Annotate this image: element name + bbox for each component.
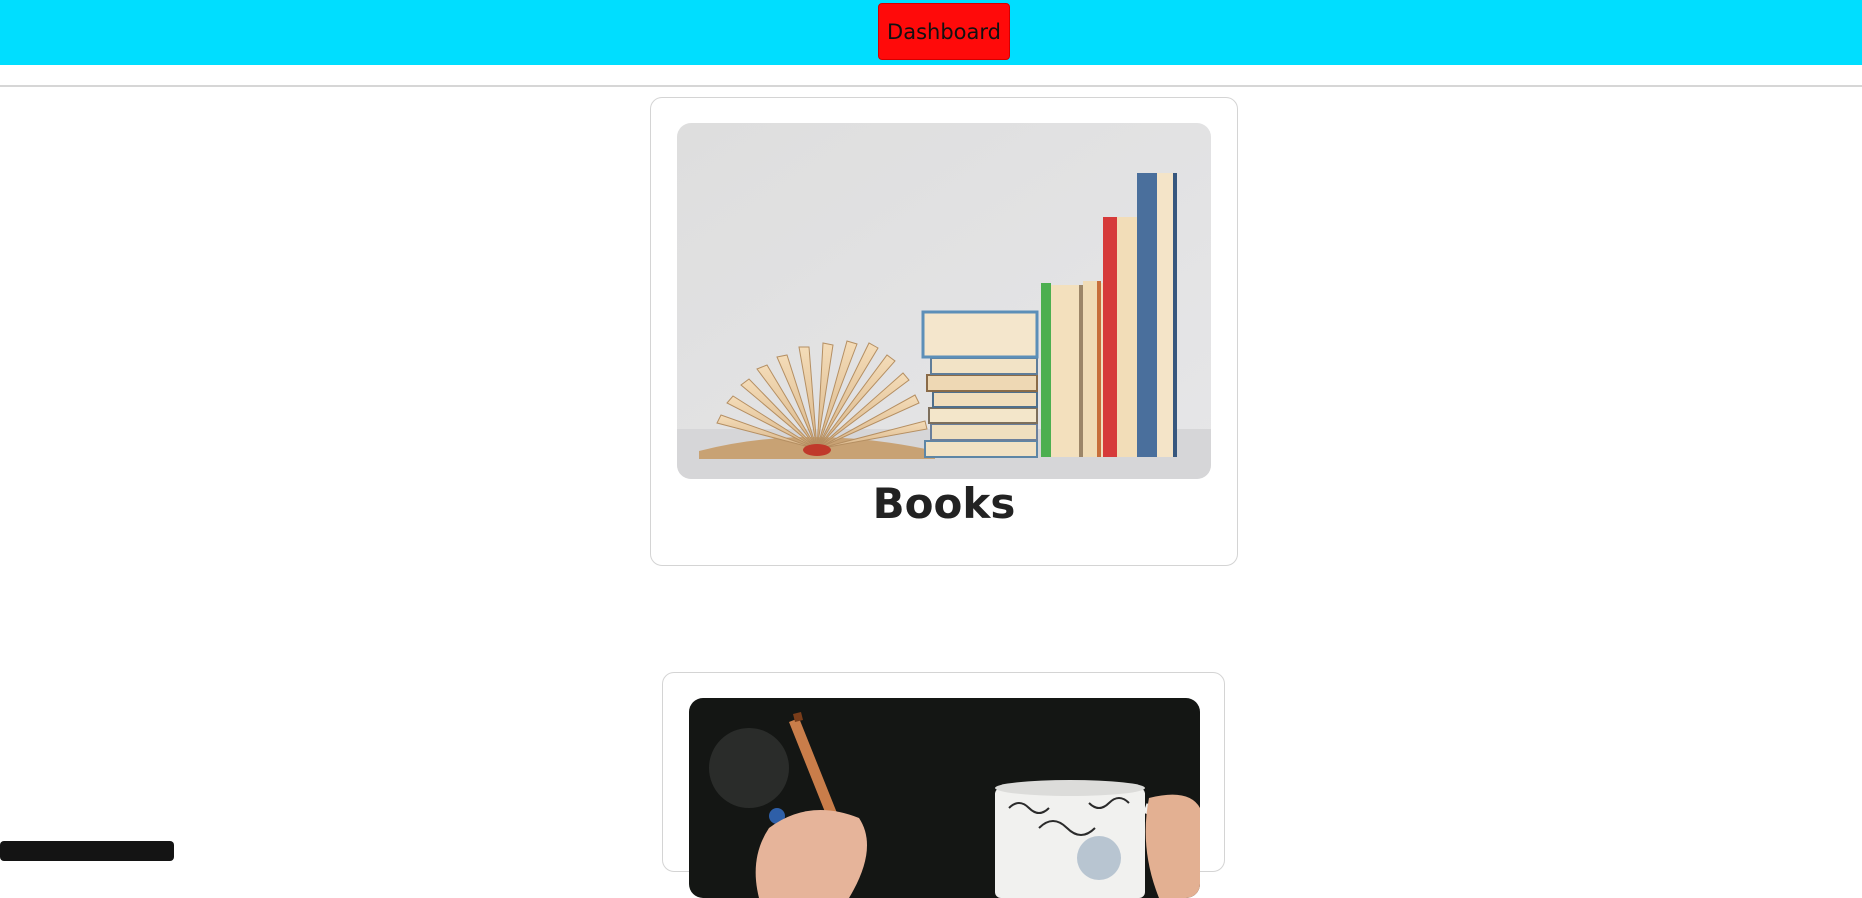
bottom-toast-bar: [0, 841, 174, 861]
book-stack-icon: [921, 310, 1039, 458]
category-card-books[interactable]: Books: [650, 97, 1238, 566]
writing-image: [689, 698, 1200, 898]
header-divider: [0, 85, 1862, 87]
card-title-books: Books: [872, 479, 1016, 528]
dashboard-button[interactable]: Dashboard: [878, 3, 1010, 60]
mug-icon: [995, 780, 1173, 898]
category-card-writing[interactable]: [662, 672, 1225, 898]
books-image: [677, 123, 1211, 479]
top-navbar: Dashboard: [0, 0, 1862, 65]
